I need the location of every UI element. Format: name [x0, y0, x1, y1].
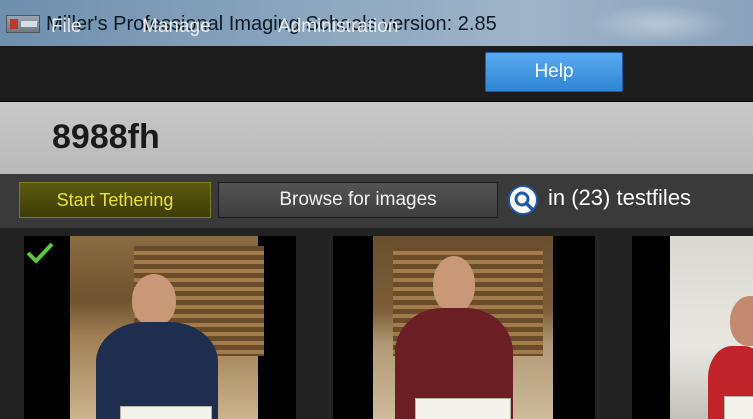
start-tethering-button[interactable]: Start Tethering	[19, 182, 211, 218]
name-card	[120, 406, 212, 419]
menu-bar	[0, 46, 753, 102]
page-title: 8988fh	[52, 118, 160, 156]
name-card	[724, 396, 753, 419]
menu-file[interactable]: File	[51, 16, 82, 38]
photo-border	[632, 236, 670, 419]
person-body	[96, 322, 218, 419]
menu-manage[interactable]: Manage	[142, 16, 211, 38]
menu-administration[interactable]: Administration	[278, 16, 398, 38]
photo-border	[553, 236, 595, 419]
title-bar-glow	[590, 4, 730, 44]
person-head	[132, 274, 176, 326]
window-title: Miller's Professional Imaging Schools ve…	[46, 13, 497, 35]
menu-help[interactable]: Help	[485, 52, 623, 92]
search-icon[interactable]	[508, 185, 538, 215]
check-icon	[25, 241, 55, 265]
thumbnail-3[interactable]	[632, 236, 753, 419]
name-card	[415, 398, 511, 419]
search-result-count: in (23) testfiles	[548, 185, 692, 210]
thumbnail-1[interactable]	[24, 236, 296, 419]
thumbnail-2[interactable]	[333, 236, 595, 419]
person-head	[433, 256, 475, 312]
app-icon	[6, 15, 40, 33]
browse-images-button[interactable]: Browse for images	[218, 182, 498, 218]
photo-border	[333, 236, 373, 419]
